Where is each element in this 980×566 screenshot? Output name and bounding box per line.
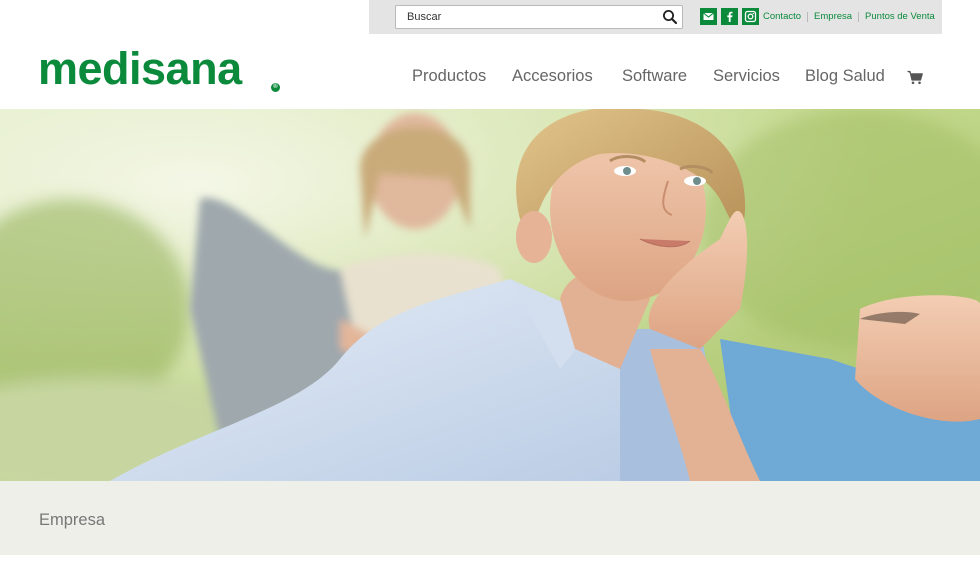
instagram-icon[interactable]: [742, 8, 759, 25]
search-icon[interactable]: [661, 8, 679, 26]
nav-item-productos[interactable]: Productos: [412, 67, 486, 86]
facebook-icon[interactable]: [721, 8, 738, 25]
divider: [858, 11, 860, 22]
search-box: [395, 5, 683, 29]
nav-item-software[interactable]: Software: [622, 67, 687, 86]
section-title: Empresa: [39, 511, 106, 529]
divider: [807, 11, 809, 22]
contact-link[interactable]: Contacto: [763, 11, 801, 22]
utility-bar: Contacto Empresa Puntos de Venta: [369, 0, 942, 34]
points-of-sale-link[interactable]: Puntos de Venta: [865, 11, 935, 22]
section-band: Empresa: [0, 481, 980, 555]
utility-links: Contacto Empresa Puntos de Venta: [763, 11, 935, 22]
email-icon[interactable]: [700, 8, 717, 25]
nav-item-accesorios[interactable]: Accesorios: [512, 67, 593, 86]
company-link[interactable]: Empresa: [814, 11, 852, 22]
search-input[interactable]: [396, 6, 656, 28]
nav-item-servicios[interactable]: Servicios: [713, 67, 780, 86]
hero-image: [0, 109, 980, 481]
nav-item-blog-salud[interactable]: Blog Salud: [805, 67, 885, 86]
shopping-cart-icon[interactable]: [907, 70, 923, 85]
main-nav: Productos Accesorios Software Servicios …: [0, 67, 980, 89]
